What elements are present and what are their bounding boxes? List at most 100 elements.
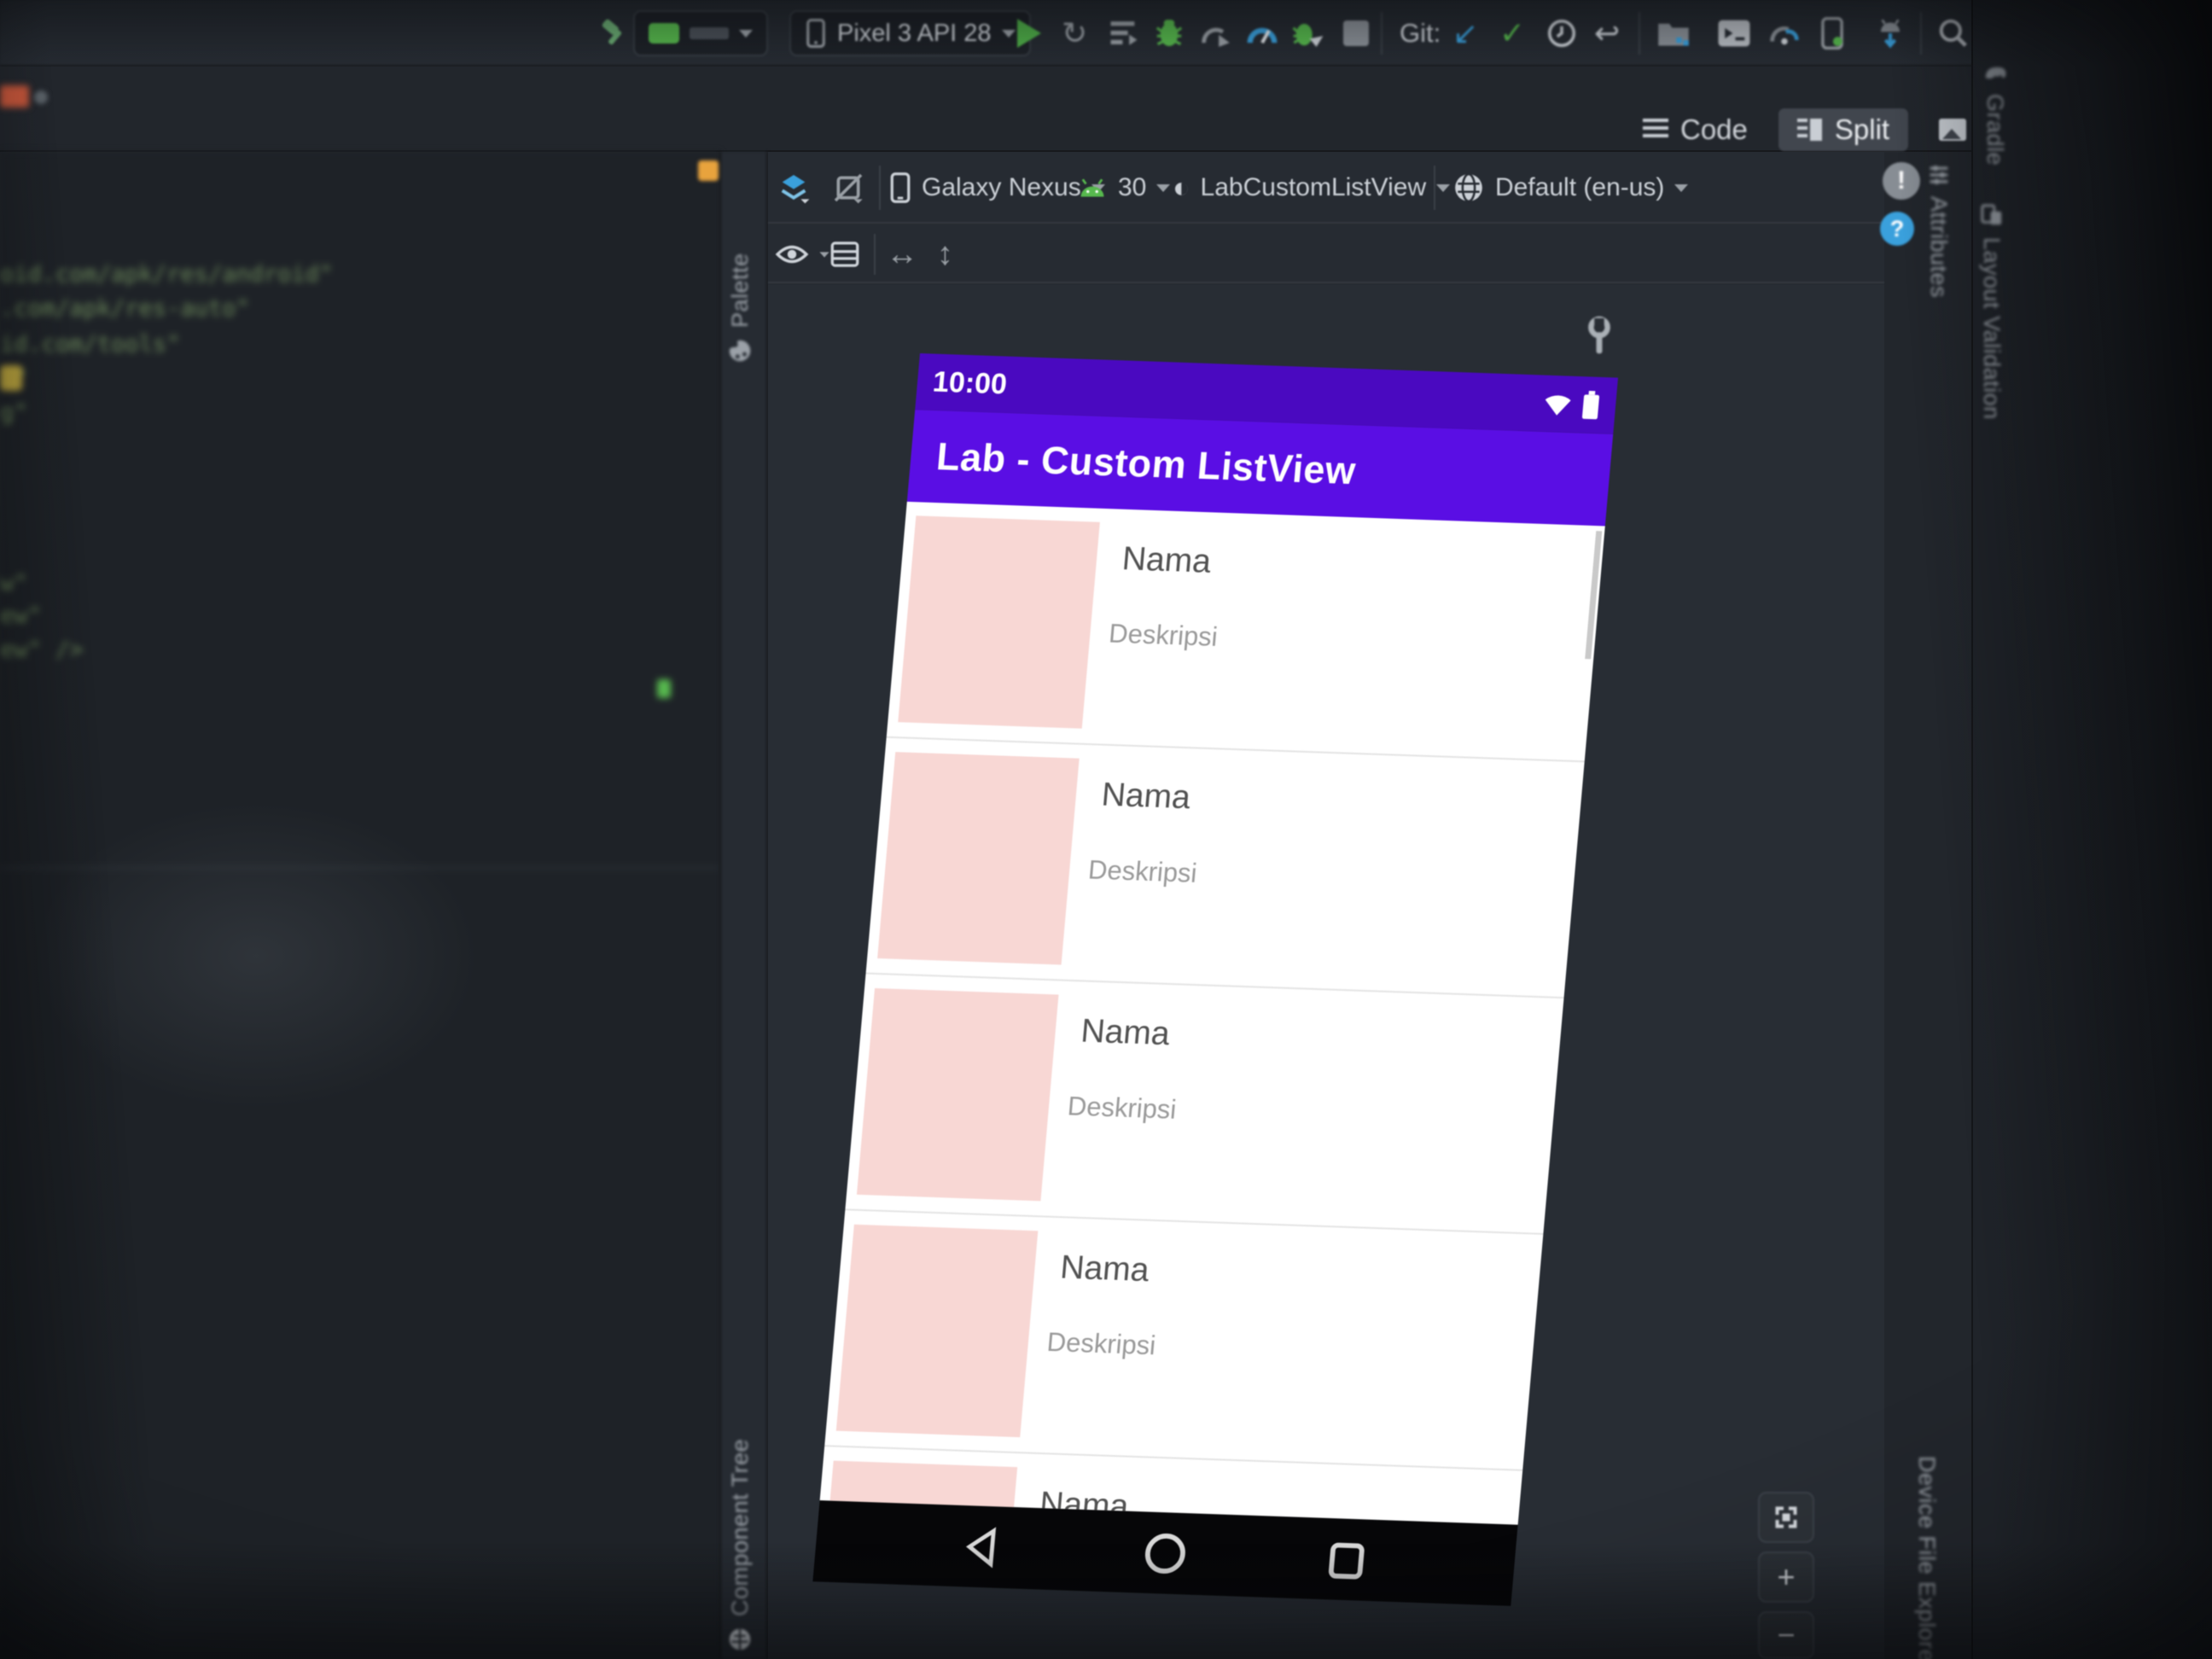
zoom-out-button[interactable]: −: [1758, 1611, 1814, 1659]
item-name: Nama: [1100, 776, 1192, 817]
design-toolbar: Galaxy Nexus 30 ◐ LabCustomListView Defa…: [768, 152, 1884, 224]
eye-icon: [775, 245, 809, 264]
search-everywhere-button[interactable]: [1937, 0, 1970, 67]
width-constraint-button[interactable]: ↔: [886, 225, 918, 283]
item-thumbnail: [898, 515, 1100, 729]
palette-tab-label: Palette: [727, 253, 753, 328]
zoom-in-button[interactable]: +: [1758, 1551, 1814, 1603]
clock-icon: [1547, 19, 1576, 48]
code-line: ew" />: [0, 637, 84, 663]
item-name: Nama: [1121, 539, 1213, 580]
chevron-down-icon: [819, 251, 830, 258]
globe-icon: [1455, 172, 1482, 203]
debug-button[interactable]: [1154, 0, 1185, 67]
git-commit-button[interactable]: ✓: [1499, 0, 1525, 67]
build-hammer-icon[interactable]: [597, 0, 630, 67]
api-version-selector[interactable]: 30: [1077, 152, 1171, 224]
phone-preview[interactable]: 10:00 Lab - Custom ListView Nama Deskrip…: [812, 353, 1619, 1606]
item-thumbnail: [877, 752, 1080, 965]
breakpoint-marker: [698, 160, 719, 181]
gauge-icon: [1247, 27, 1278, 44]
code-line: g": [0, 399, 28, 426]
list-item[interactable]: Nama Deskripsi: [886, 501, 1605, 763]
list-item[interactable]: Nama Deskripsi: [824, 1210, 1544, 1471]
palette-icon: [730, 340, 751, 362]
profile-app-button[interactable]: [1246, 0, 1278, 67]
layout-validation-tab[interactable]: Layout Validation: [1978, 203, 2005, 459]
module-app-icon: [649, 23, 679, 44]
locale-selector[interactable]: Default (en-us): [1452, 152, 1689, 224]
status-time: 10:00: [931, 365, 1009, 401]
folder-icon: [1658, 23, 1689, 46]
code-line: ew": [0, 602, 42, 629]
check-icon: ✓: [1499, 15, 1526, 50]
back-button[interactable]: [957, 1522, 1010, 1573]
device-file-explorer-tab-label: Device File Explorer: [1914, 1456, 1940, 1659]
git-update-button[interactable]: ↙: [1452, 0, 1478, 67]
run-button[interactable]: [1017, 0, 1041, 67]
attach-debugger-button[interactable]: [1290, 0, 1326, 67]
help-button[interactable]: ?: [1880, 212, 1914, 246]
file-tab-fragment[interactable]: [0, 85, 29, 108]
attributes-tab[interactable]: Attributes: [1925, 164, 1952, 335]
item-description: Deskripsi: [1045, 1327, 1157, 1361]
preview-device-selector[interactable]: Galaxy Nexus: [889, 152, 1105, 224]
custom-listview[interactable]: Nama Deskripsi Nama Deskripsi Nama Deskr…: [819, 501, 1605, 1525]
recents-button[interactable]: [1320, 1534, 1374, 1585]
stop-icon: [1343, 20, 1369, 46]
minus-icon: −: [1777, 1617, 1796, 1652]
apply-changes-button[interactable]: ↻: [1062, 0, 1087, 67]
item-name: Nama: [1079, 1012, 1172, 1053]
git-label: Git:: [1400, 18, 1441, 48]
palette-tab[interactable]: Palette: [727, 167, 754, 364]
phone-icon: [806, 19, 825, 48]
run-config-selector[interactable]: [633, 0, 768, 67]
logcat-button[interactable]: [1717, 0, 1751, 67]
profiler-arrow-icon: [1202, 27, 1230, 47]
list-item[interactable]: Nama Deskripsi: [865, 737, 1585, 999]
git-history-button[interactable]: [1546, 0, 1577, 67]
layout-validation-icon: [1980, 204, 2001, 225]
terminal-icon: [1718, 20, 1750, 47]
sdk-manager-button[interactable]: [1874, 0, 1906, 67]
orientation-selector[interactable]: [831, 152, 865, 224]
profiler2-icon: [1770, 26, 1799, 45]
gradle-tab[interactable]: Gradle: [1982, 61, 2008, 198]
search-icon: [1939, 19, 1967, 47]
tab-split[interactable]: Split: [1778, 108, 1909, 151]
right-window-edge: [1971, 0, 2212, 1659]
component-tree-tab[interactable]: Component Tree: [727, 1413, 754, 1652]
git-rollback-button[interactable]: ↩: [1594, 0, 1620, 67]
run-coverage-button[interactable]: [1108, 0, 1140, 67]
file-tab-close-icon[interactable]: [34, 90, 48, 104]
device-file-explorer-tab[interactable]: Device File Explorer: [1913, 1446, 1940, 1659]
chevron-down-icon: [1674, 183, 1689, 192]
home-button[interactable]: [1138, 1528, 1192, 1579]
theme-selector[interactable]: ◐ LabCustomListView: [1173, 152, 1451, 224]
view-options-button[interactable]: [775, 225, 831, 283]
sdk-download-icon: [1880, 19, 1901, 49]
api-version-label: 30: [1118, 173, 1147, 201]
run-config-label-blur: [690, 27, 729, 39]
layout-validation-tab-label: Layout Validation: [1979, 237, 2005, 420]
view-options-toolbar: ↔ ↕: [768, 225, 1884, 283]
device-phone-icon: [1821, 17, 1843, 49]
design-surface-selector[interactable]: [777, 152, 811, 224]
height-constraint-button[interactable]: ↕: [937, 225, 953, 283]
device-selector[interactable]: Pixel 3 API 28: [789, 0, 1031, 67]
tab-code[interactable]: Code: [1643, 114, 1748, 146]
render-issues-wrench-icon[interactable]: [1580, 316, 1618, 358]
project-structure-button[interactable]: [1656, 0, 1691, 67]
android-profiler-button[interactable]: [1768, 0, 1801, 67]
profiler-button[interactable]: [1200, 0, 1232, 67]
stop-button[interactable]: [1343, 0, 1369, 67]
layout-variants-button[interactable]: [830, 225, 860, 283]
table-icon: [830, 242, 859, 267]
device-manager-button[interactable]: [1819, 0, 1845, 67]
issues-panel-button[interactable]: !: [1883, 162, 1920, 200]
layers-icon: [781, 175, 810, 204]
attributes-tab-label: Attributes: [1926, 196, 1952, 299]
phone-icon: [890, 172, 911, 203]
zoom-to-fit-button[interactable]: [1758, 1492, 1814, 1543]
list-item[interactable]: Nama Deskripsi: [845, 974, 1564, 1236]
